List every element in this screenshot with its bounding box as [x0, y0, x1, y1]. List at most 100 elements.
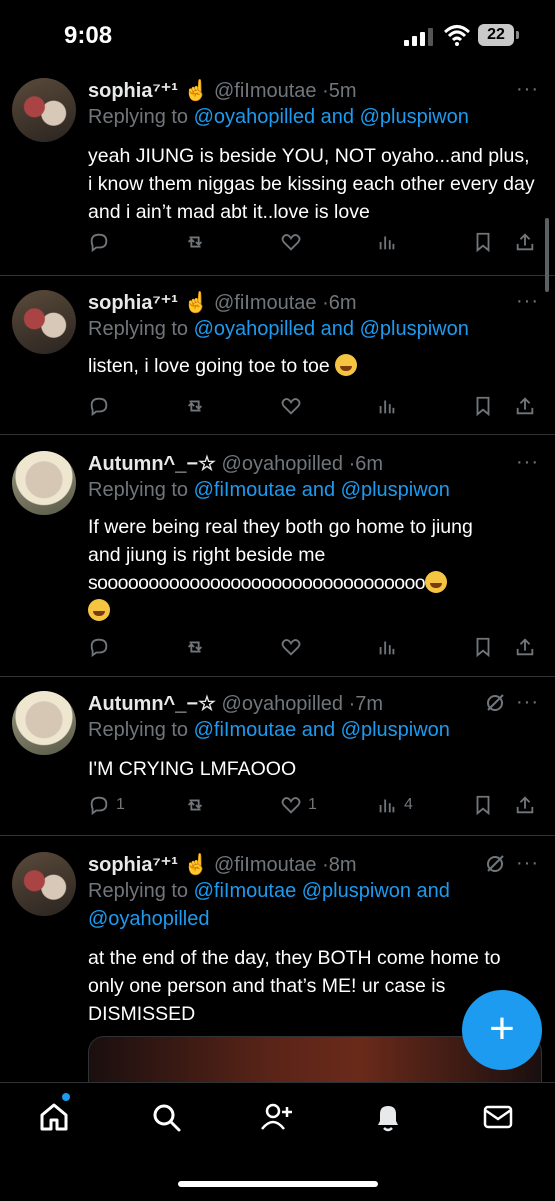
timestamp[interactable]: 5m	[329, 80, 357, 102]
username[interactable]: @fiImoutae	[214, 292, 317, 314]
timestamp[interactable]: 7m	[355, 693, 383, 715]
replying-to-label: Replying to	[88, 479, 194, 501]
username[interactable]: @fiImoutae	[214, 80, 317, 102]
more-options-icon[interactable]: ···	[516, 451, 539, 474]
replying-to-link[interactable]: @oyahopilled and @pluspiwon	[194, 106, 469, 128]
reply-button[interactable]	[88, 635, 116, 659]
communities-icon[interactable]	[260, 1101, 292, 1133]
grok-icon[interactable]	[485, 693, 505, 713]
bookmark-button[interactable]	[472, 230, 494, 254]
reply-icon	[90, 233, 108, 253]
replying-to-link[interactable]: @oyahopilled	[88, 908, 210, 930]
grok-icon[interactable]	[485, 854, 505, 874]
display-name[interactable]: sophia⁷⁺¹	[88, 292, 178, 314]
bookmark-icon	[476, 232, 490, 253]
bookmark-icon	[476, 795, 490, 816]
tweet[interactable]: Autumn^_−☆ @oyahopilled ·7m ··· Replying…	[0, 677, 555, 836]
avatar[interactable]	[12, 691, 76, 755]
timestamp[interactable]: 8m	[329, 854, 357, 876]
views-button[interactable]: 4	[376, 793, 413, 817]
bookmark-icon	[476, 396, 490, 417]
messages-icon[interactable]	[482, 1101, 514, 1133]
retweet-button[interactable]	[184, 793, 212, 817]
replying-to-link[interactable]: @oyahopilled and @pluspiwon	[194, 318, 469, 340]
scrollbar[interactable]	[545, 218, 549, 292]
like-icon	[281, 234, 301, 251]
display-name[interactable]: Autumn^_−☆	[88, 693, 216, 715]
tweet-header: sophia⁷⁺¹ ☝ @fiImoutae ·6m	[88, 290, 357, 315]
reply-button[interactable]: 1	[88, 793, 125, 817]
tweet-header: Autumn^_−☆ @oyahopilled ·7m	[88, 691, 383, 716]
reply-icon	[90, 638, 108, 658]
tweet[interactable]: sophia⁷⁺¹ ☝ @fiImoutae ·5m ··· Replying …	[0, 68, 555, 276]
views-button[interactable]	[376, 230, 404, 254]
tweet-text: I'M CRYING LMFAOOO	[88, 758, 297, 780]
tweet-actions: 1 1 4	[88, 793, 540, 821]
like-icon	[281, 797, 301, 814]
compose-tweet-button[interactable]: +	[462, 990, 542, 1070]
share-button[interactable]	[514, 793, 536, 817]
views-count: 4	[404, 796, 413, 813]
separator: ·	[322, 292, 329, 314]
share-icon	[516, 397, 534, 415]
username[interactable]: @oyahopilled	[222, 453, 344, 475]
display-name[interactable]: Autumn^_−☆	[88, 453, 216, 475]
share-icon	[516, 796, 534, 814]
retweet-button[interactable]	[184, 230, 212, 254]
more-options-icon[interactable]: ···	[516, 852, 539, 875]
like-button[interactable]	[280, 394, 308, 418]
bookmark-button[interactable]	[472, 394, 494, 418]
views-button[interactable]	[376, 394, 404, 418]
like-button[interactable]: 1	[280, 793, 317, 817]
replying-to-label: Replying to	[88, 719, 194, 741]
replying-to-link[interactable]: @fiImoutae @pluspiwon and	[194, 880, 450, 902]
replying-to: Replying to @oyahopilled and @pluspiwon	[88, 106, 469, 129]
share-icon	[516, 233, 534, 251]
share-button[interactable]	[514, 394, 536, 418]
avatar[interactable]	[12, 290, 76, 354]
avatar[interactable]	[12, 451, 76, 515]
bookmark-button[interactable]	[472, 793, 494, 817]
reply-button[interactable]	[88, 230, 116, 254]
notification-dot	[62, 1093, 70, 1101]
tweet[interactable]: sophia⁷⁺¹ ☝ @fiImoutae ·6m ··· Replying …	[0, 276, 555, 435]
like-icon	[281, 639, 301, 656]
home-icon[interactable]	[38, 1101, 70, 1133]
username[interactable]: @fiImoutae	[214, 854, 317, 876]
avatar[interactable]	[12, 78, 76, 142]
timestamp[interactable]: 6m	[355, 453, 383, 475]
bookmark-button[interactable]	[472, 635, 494, 659]
like-button[interactable]	[280, 635, 308, 659]
clock: 9:08	[64, 22, 113, 49]
like-button[interactable]	[280, 230, 308, 254]
display-name[interactable]: sophia⁷⁺¹	[88, 80, 178, 102]
share-button[interactable]	[514, 230, 536, 254]
views-icon	[379, 236, 395, 250]
tweet[interactable]: Autumn^_−☆ @oyahopilled ·6m ··· Replying…	[0, 435, 555, 677]
share-button[interactable]	[514, 635, 536, 659]
username[interactable]: @oyahopilled	[222, 693, 344, 715]
home-indicator[interactable]	[178, 1181, 378, 1187]
reply-button[interactable]	[88, 394, 116, 418]
timestamp[interactable]: 6m	[329, 292, 357, 314]
search-icon[interactable]	[150, 1101, 182, 1133]
laughing-face-icon	[88, 599, 110, 621]
retweet-button[interactable]	[184, 394, 212, 418]
display-name[interactable]: sophia⁷⁺¹	[88, 854, 178, 876]
more-options-icon[interactable]: ···	[516, 691, 539, 714]
like-icon	[281, 398, 301, 415]
views-button[interactable]	[376, 635, 404, 659]
replying-to-link[interactable]: @fiImoutae and @pluspiwon	[194, 479, 450, 501]
retweet-icon	[187, 799, 203, 811]
notifications-bell-icon[interactable]	[372, 1101, 404, 1133]
more-options-icon[interactable]: ···	[516, 290, 539, 313]
tweet-header: sophia⁷⁺¹ ☝ @fiImoutae ·8m	[88, 852, 357, 877]
replying-to-continued: @oyahopilled	[88, 908, 210, 931]
reply-icon	[90, 397, 108, 417]
avatar[interactable]	[12, 852, 76, 916]
pensive-face-icon	[335, 354, 358, 376]
more-options-icon[interactable]: ···	[516, 78, 539, 101]
replying-to-link[interactable]: @fiImoutae and @pluspiwon	[194, 719, 450, 741]
retweet-button[interactable]	[184, 635, 212, 659]
hand-emoji-icon: ☝	[183, 854, 209, 876]
